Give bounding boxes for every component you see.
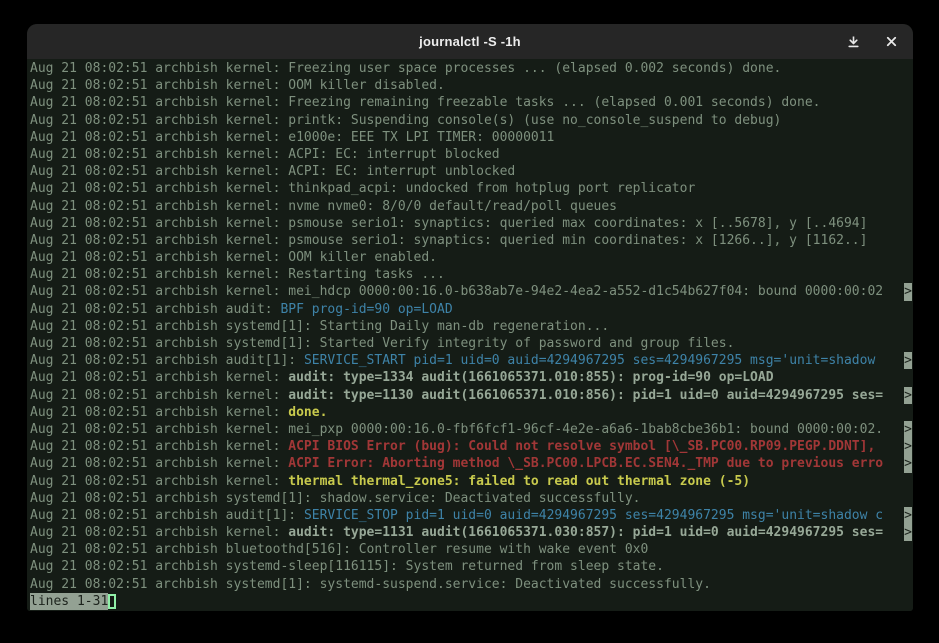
pager-status: lines 1-31 <box>30 593 108 610</box>
log-line: Aug 21 08:02:51 archbish kernel: nvme nv… <box>30 198 913 215</box>
log-segment: audit: type=1130 audit(1661065371.010:85… <box>288 388 883 403</box>
terminal-cursor <box>108 594 116 609</box>
log-line: Aug 21 08:02:51 archbish kernel: ACPI: E… <box>30 163 913 180</box>
log-line: Aug 21 08:02:51 archbish systemd-sleep[1… <box>30 558 913 575</box>
log-line: Aug 21 08:02:51 archbish systemd[1]: sha… <box>30 490 913 507</box>
log-segment: Aug 21 08:02:51 archbish systemd[1]: Sta… <box>30 319 609 334</box>
log-segment: Aug 21 08:02:51 archbish kernel: Freezin… <box>30 95 821 110</box>
line-truncated-marker: > <box>904 421 912 438</box>
log-segment: Aug 21 08:02:51 archbish kernel: nvme nv… <box>30 199 617 214</box>
log-segment: SERVICE_STOP pid=1 uid=0 auid=4294967295… <box>304 508 883 523</box>
log-segment: Aug 21 08:02:51 archbish kernel: thinkpa… <box>30 181 695 196</box>
log-segment: Aug 21 08:02:51 archbish kernel: OOM kil… <box>30 250 437 265</box>
log-segment: Aug 21 08:02:51 archbish systemd[1]: sha… <box>30 491 640 506</box>
log-segment: Aug 21 08:02:51 archbish kernel: <box>30 525 288 540</box>
log-segment: Aug 21 08:02:51 archbish kernel: printk:… <box>30 113 781 128</box>
log-segment: Aug 21 08:02:51 archbish kernel: Restart… <box>30 267 445 282</box>
log-segment: Aug 21 08:02:51 archbish kernel: psmouse… <box>30 233 867 248</box>
log-segment: Aug 21 08:02:51 archbish kernel: ACPI: E… <box>30 164 515 179</box>
line-truncated-marker: > <box>904 387 912 404</box>
log-line: Aug 21 08:02:51 archbish kernel: ACPI: E… <box>30 146 913 163</box>
log-lines: Aug 21 08:02:51 archbish kernel: Freezin… <box>30 60 913 593</box>
desktop-background: journalctl -S -1h <box>0 0 939 643</box>
terminal-window: journalctl -S -1h <box>27 24 913 611</box>
log-segment: Aug 21 08:02:51 archbish kernel: <box>30 370 288 385</box>
log-segment: Aug 21 08:02:51 archbish kernel: mei_pxp… <box>30 422 883 437</box>
log-segment: Aug 21 08:02:51 archbish kernel: <box>30 388 288 403</box>
log-segment: Aug 21 08:02:51 archbish systemd[1]: sys… <box>30 577 711 592</box>
log-line: Aug 21 08:02:51 archbish kernel: Freezin… <box>30 94 913 111</box>
download-button[interactable] <box>841 30 865 54</box>
log-line: Aug 21 08:02:51 archbish kernel: thermal… <box>30 473 913 490</box>
log-segment: Aug 21 08:02:51 archbish audit: <box>30 302 280 317</box>
log-segment: Aug 21 08:02:51 archbish audit[1]: <box>30 508 304 523</box>
log-line: Aug 21 08:02:51 archbish kernel: e1000e:… <box>30 129 913 146</box>
log-segment: audit: type=1334 audit(1661065371.010:85… <box>288 370 773 385</box>
titlebar[interactable]: journalctl -S -1h <box>27 24 913 59</box>
log-line: Aug 21 08:02:51 archbish kernel: mei_pxp… <box>30 421 913 438</box>
log-segment: Aug 21 08:02:51 archbish bluetoothd[516]… <box>30 542 648 557</box>
log-line: Aug 21 08:02:51 archbish kernel: OOM kil… <box>30 249 913 266</box>
log-line: Aug 21 08:02:51 archbish systemd[1]: Sta… <box>30 318 913 335</box>
line-truncated-marker: > <box>904 455 912 472</box>
log-segment: Aug 21 08:02:51 archbish systemd-sleep[1… <box>30 559 664 574</box>
line-truncated-marker: > <box>904 438 912 455</box>
log-line: Aug 21 08:02:51 archbish kernel: audit: … <box>30 369 913 386</box>
log-line: Aug 21 08:02:51 archbish kernel: printk:… <box>30 112 913 129</box>
log-segment: Aug 21 08:02:51 archbish kernel: <box>30 439 288 454</box>
log-segment: Aug 21 08:02:51 archbish kernel: psmouse… <box>30 216 867 231</box>
log-segment: Aug 21 08:02:51 archbish kernel: <box>30 474 288 489</box>
log-segment: audit: type=1131 audit(1661065371.030:85… <box>288 525 883 540</box>
log-segment: BPF prog-id=90 op=LOAD <box>280 302 452 317</box>
log-segment: Aug 21 08:02:51 archbish kernel: e1000e:… <box>30 130 554 145</box>
log-line: Aug 21 08:02:51 archbish audit[1]: SERVI… <box>30 352 913 369</box>
line-truncated-marker: > <box>904 507 912 524</box>
close-button[interactable] <box>879 30 903 54</box>
log-segment: Aug 21 08:02:51 archbish kernel: Freezin… <box>30 61 781 76</box>
log-line: Aug 21 08:02:51 archbish kernel: Freezin… <box>30 60 913 77</box>
log-line: Aug 21 08:02:51 archbish kernel: psmouse… <box>30 215 913 232</box>
log-line: Aug 21 08:02:51 archbish audit[1]: SERVI… <box>30 507 913 524</box>
log-line: Aug 21 08:02:51 archbish kernel: done. <box>30 404 913 421</box>
log-segment: Aug 21 08:02:51 archbish kernel: <box>30 405 288 420</box>
line-truncated-marker: > <box>904 283 912 300</box>
log-line: Aug 21 08:02:51 archbish kernel: audit: … <box>30 387 913 404</box>
log-line: Aug 21 08:02:51 archbish kernel: psmouse… <box>30 232 913 249</box>
log-line: Aug 21 08:02:51 archbish systemd[1]: Sta… <box>30 335 913 352</box>
log-segment: Aug 21 08:02:51 archbish audit[1]: <box>30 353 304 368</box>
log-line: Aug 21 08:02:51 archbish kernel: audit: … <box>30 524 913 541</box>
log-segment: Aug 21 08:02:51 archbish kernel: OOM kil… <box>30 78 445 93</box>
log-segment: thermal thermal_zone5: failed to read ou… <box>288 474 750 489</box>
download-icon <box>847 35 860 48</box>
window-title: journalctl -S -1h <box>419 34 521 49</box>
log-segment: Aug 21 08:02:51 archbish kernel: ACPI: E… <box>30 147 500 162</box>
log-line: Aug 21 08:02:51 archbish kernel: thinkpa… <box>30 180 913 197</box>
log-line: Aug 21 08:02:51 archbish kernel: OOM kil… <box>30 77 913 94</box>
log-segment: SERVICE_START pid=1 uid=0 auid=429496729… <box>304 353 883 368</box>
pager-status-row: lines 1-31 <box>30 593 913 610</box>
log-line: Aug 21 08:02:51 archbish kernel: Restart… <box>30 266 913 283</box>
log-line: Aug 21 08:02:51 archbish systemd[1]: sys… <box>30 576 913 593</box>
titlebar-actions <box>841 24 903 59</box>
log-line: Aug 21 08:02:51 archbish kernel: ACPI BI… <box>30 438 913 455</box>
log-segment: ACPI Error: Aborting method \_SB.PC00.LP… <box>288 456 883 471</box>
log-line: Aug 21 08:02:51 archbish bluetoothd[516]… <box>30 541 913 558</box>
log-line: Aug 21 08:02:51 archbish kernel: ACPI Er… <box>30 455 913 472</box>
log-segment: Aug 21 08:02:51 archbish systemd[1]: Sta… <box>30 336 734 351</box>
line-truncated-marker: > <box>904 524 912 541</box>
log-segment: Aug 21 08:02:51 archbish kernel: <box>30 456 288 471</box>
log-segment: Aug 21 08:02:51 archbish kernel: mei_hdc… <box>30 284 883 299</box>
log-segment: ACPI BIOS Error (bug): Could not resolve… <box>288 439 883 454</box>
log-line: Aug 21 08:02:51 archbish audit: BPF prog… <box>30 301 913 318</box>
close-icon <box>886 36 897 47</box>
log-line: Aug 21 08:02:51 archbish kernel: mei_hdc… <box>30 283 913 300</box>
terminal-output[interactable]: Aug 21 08:02:51 archbish kernel: Freezin… <box>27 59 913 611</box>
log-segment: done. <box>288 405 327 420</box>
line-truncated-marker: > <box>904 352 912 369</box>
